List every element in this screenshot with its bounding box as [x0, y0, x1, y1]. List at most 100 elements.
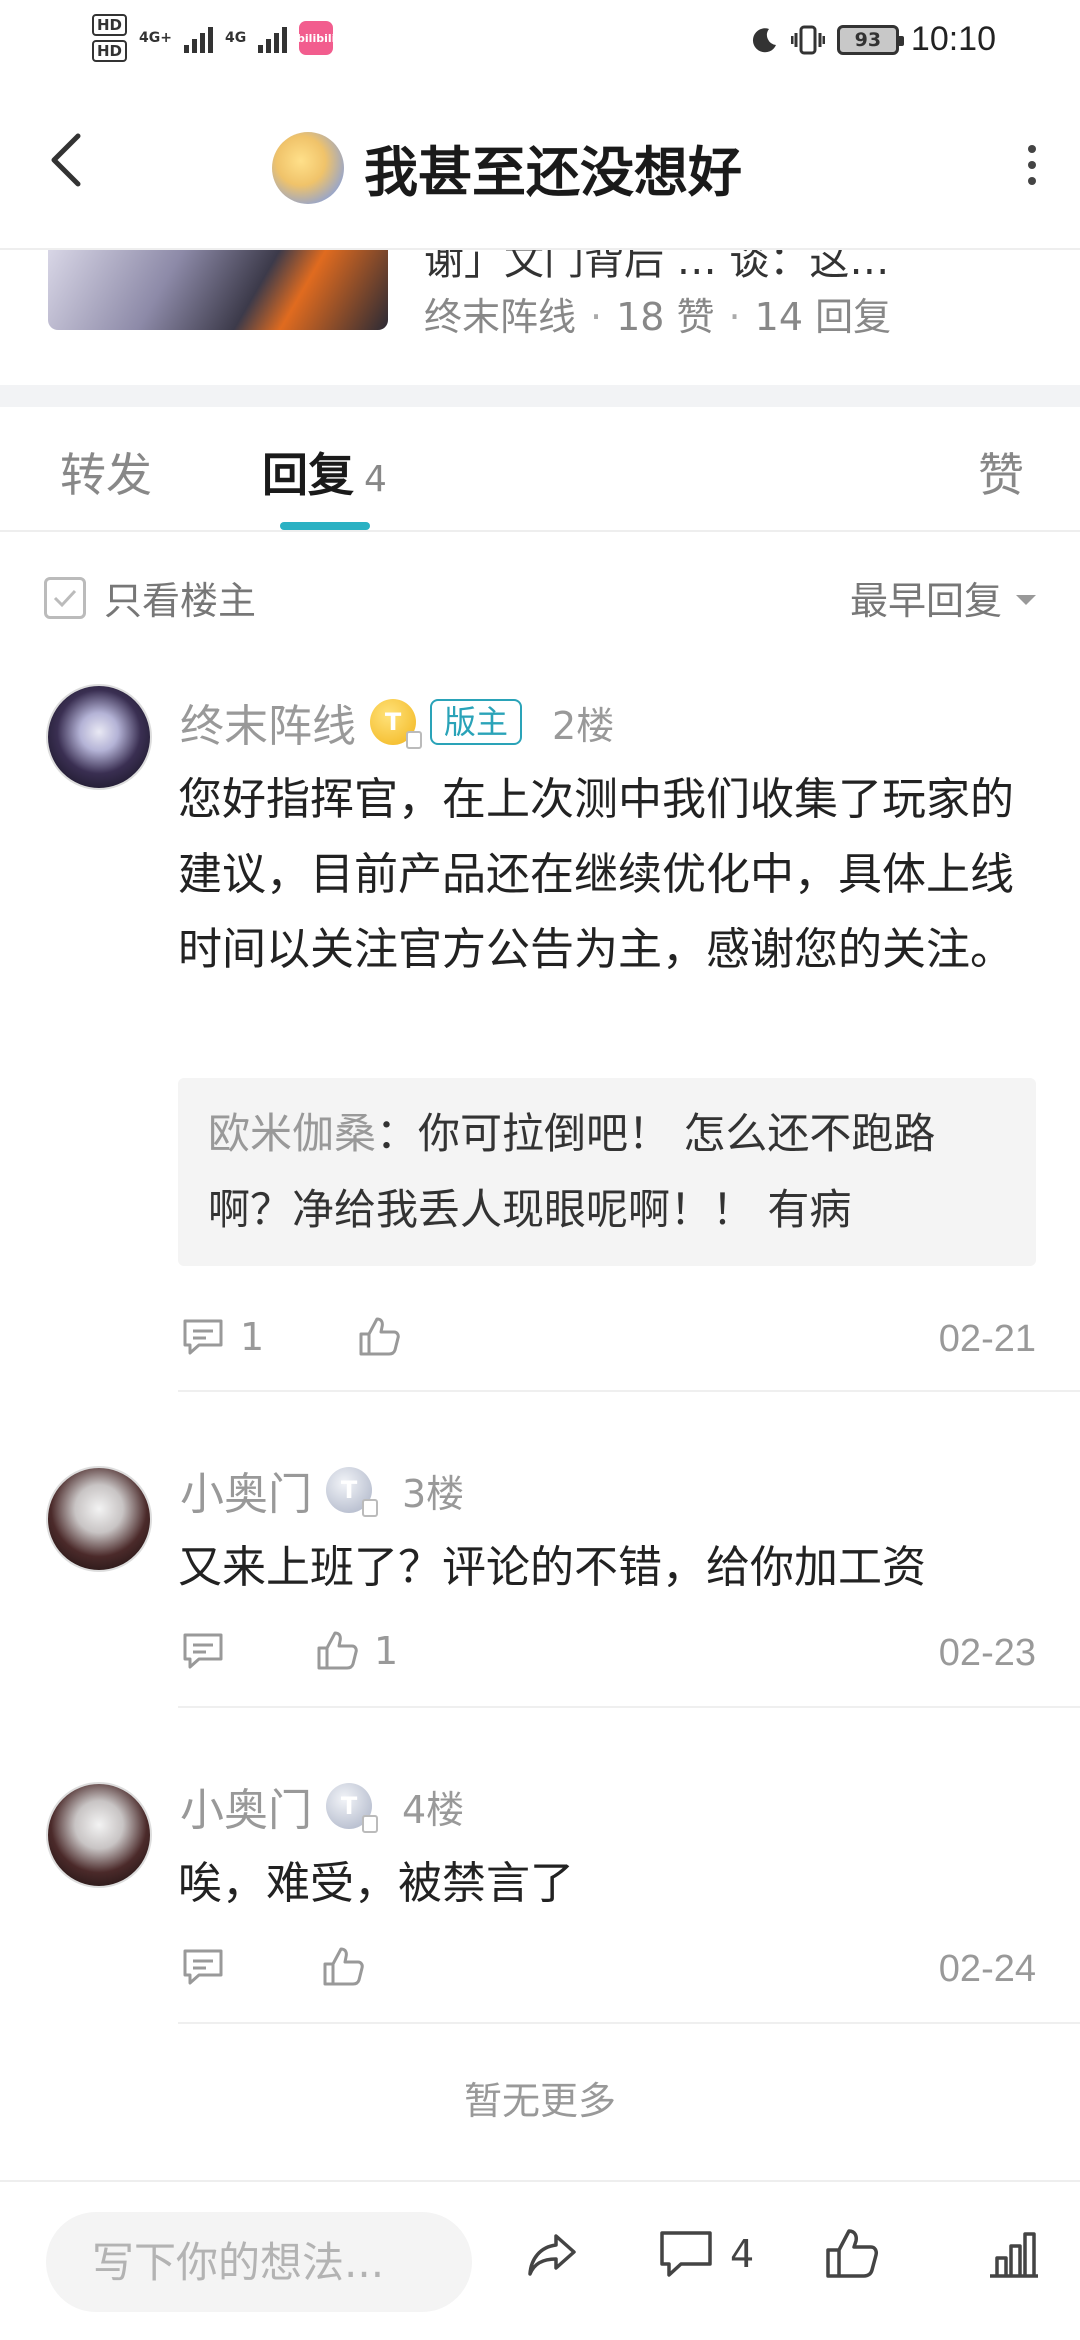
comment-divider — [178, 1390, 1080, 1392]
active-tab-indicator — [280, 522, 370, 530]
thumbs-up-icon — [359, 1317, 400, 1356]
comment-text: 唉，难受，被禁言了 — [178, 1858, 574, 1909]
moderator-tag: 版主 — [430, 699, 523, 745]
original-post-author: 终末阵线 — [424, 295, 577, 339]
comment-actions: 02-24 — [180, 1944, 1036, 2004]
thumbs-up-icon — [317, 1631, 358, 1670]
comment-header: 小奥门 T 4楼 — [180, 1774, 464, 1838]
comment-count-button[interactable]: 4 — [656, 2224, 754, 2284]
bottom-comment-count: 4 — [730, 2232, 755, 2276]
like-button[interactable] — [320, 1944, 380, 1990]
comment-header: 小奥门 T 3楼 — [180, 1458, 464, 1522]
original-post-replies: 14 回复 — [754, 295, 892, 339]
more-dot-icon — [1028, 177, 1036, 185]
share-icon — [528, 2234, 576, 2276]
comment-header: 终末阵线 T 版主 2楼 — [180, 690, 614, 754]
bottom-like-button[interactable] — [822, 2224, 882, 2284]
quoted-user-name: 欧米伽桑 — [208, 1109, 377, 1158]
more-options-button[interactable] — [1012, 140, 1052, 190]
sort-label: 最早回复 — [849, 579, 1002, 623]
comment-icon — [183, 1949, 223, 1985]
original-post-meta: 终末阵线 · 18 赞 · 14 回复 — [424, 295, 892, 339]
share-button[interactable] — [522, 2224, 582, 2284]
commenter-avatar[interactable] — [46, 1782, 152, 1888]
signal-icon-2 — [258, 23, 288, 53]
commenter-name[interactable]: 小奥门 — [180, 1458, 312, 1522]
original-post-likes: 18 赞 — [616, 295, 715, 339]
signal-icon-1 — [183, 23, 213, 53]
floor-number: 2楼 — [552, 703, 615, 748]
commenter-avatar[interactable] — [46, 684, 152, 790]
thumbs-up-icon — [826, 2229, 878, 2278]
network-4g-plus-label: 4G+ — [139, 30, 172, 46]
tab-reply-label: 回复 — [262, 448, 354, 502]
reply-input[interactable] — [46, 2212, 472, 2312]
comment-icon — [183, 1633, 223, 1669]
thumbs-up-icon — [323, 1947, 364, 1986]
hd-icon-1: HD — [92, 14, 128, 36]
original-post-card[interactable]: 谢」文门背后 … 谈：这… 终末阵线 · 18 赞 · 14 回复 — [0, 250, 1080, 385]
status-bar-left: HD HD 4G+ 4G bilibili — [92, 14, 335, 62]
level-badge-icon: T — [326, 1467, 378, 1517]
like-button[interactable] — [356, 1314, 416, 1360]
only-owner-label: 只看楼主 — [104, 579, 257, 623]
comment-text: 您好指挥官，在上次测中我们收集了玩家的建议，目前产品还在继续优化中，具体上线时间… — [178, 774, 1014, 975]
commenter-name[interactable]: 小奥门 — [180, 1774, 312, 1838]
comment-date: 02-23 — [938, 1632, 1036, 1674]
battery-icon: 93 — [836, 24, 904, 55]
sort-dropdown[interactable]: 最早回复 — [850, 570, 1036, 625]
level-badge-icon: T — [326, 1783, 378, 1833]
more-dot-icon — [1028, 145, 1036, 153]
comment-actions: 1 02-21 — [180, 1314, 1036, 1374]
commenter-avatar[interactable] — [46, 1466, 152, 1572]
like-count: 1 — [374, 1629, 399, 1673]
floor-number: 4楼 — [402, 1787, 465, 1832]
floor-number: 3楼 — [402, 1471, 465, 1516]
page-title: 我甚至还没想好 — [364, 141, 742, 204]
caret-down-icon — [1016, 594, 1036, 605]
author-avatar[interactable] — [272, 131, 344, 204]
top-nav-bar: 我甚至还没想好 — [0, 90, 1080, 250]
network-4g-label: 4G — [224, 30, 247, 46]
quoted-reply[interactable]: 欧米伽桑：你可拉倒吧！ 怎么还不跑路啊？净给我丢人现眼呢啊！！ 有病 — [178, 1078, 1036, 1266]
comment-icon — [183, 1319, 223, 1355]
more-dot-icon — [1028, 161, 1036, 169]
reply-button[interactable] — [180, 1628, 240, 1674]
comment-actions: 1 02-23 — [180, 1628, 1036, 1688]
bar-chart-icon — [990, 2232, 1038, 2278]
chevron-left-icon — [51, 133, 81, 187]
vibrate-icon — [790, 25, 825, 54]
like-button[interactable]: 1 — [314, 1628, 398, 1674]
only-owner-toggle[interactable]: 只看楼主 — [44, 570, 256, 625]
bottom-action-bar: 4 — [0, 2180, 1080, 2340]
comment-date: 02-21 — [938, 1318, 1036, 1360]
only-owner-checkbox[interactable] — [44, 576, 86, 619]
reply-button[interactable]: 1 — [180, 1314, 264, 1360]
back-button[interactable] — [36, 130, 96, 190]
stats-button[interactable] — [984, 2224, 1044, 2284]
bilibili-app-icon: bilibili — [297, 21, 335, 55]
comment-divider — [178, 1706, 1080, 1708]
comment-divider — [178, 2022, 1080, 2024]
tab-like[interactable]: 赞 — [978, 439, 1024, 505]
tab-reply[interactable]: 回复 4 — [262, 439, 387, 505]
header-title-group[interactable]: 我甚至还没想好 — [272, 128, 742, 207]
tab-forward[interactable]: 转发 — [60, 439, 152, 505]
original-post-thumbnail[interactable] — [48, 250, 388, 330]
moon-icon — [752, 27, 776, 52]
reply-button[interactable] — [180, 1944, 240, 1990]
commenter-name[interactable]: 终末阵线 — [180, 690, 356, 754]
tab-bar: 转发 回复 4 赞 — [0, 407, 1080, 532]
comment-icon — [660, 2231, 712, 2277]
no-more-label: 暂无更多 — [463, 2079, 616, 2123]
section-divider — [0, 385, 1080, 407]
comment-date: 02-24 — [938, 1948, 1036, 1990]
check-icon — [53, 589, 77, 607]
filter-row: 只看楼主 最早回复 — [0, 534, 1080, 654]
hd-icon-2: HD — [92, 40, 128, 62]
clock-time: 10:10 — [910, 20, 996, 58]
hd-indicators: HD HD — [92, 14, 128, 62]
original-post-title: 谢」文门背后 … 谈：这… — [424, 250, 890, 284]
status-bar-right: 93 10:10 — [749, 20, 996, 59]
reply-count: 1 — [240, 1315, 265, 1359]
